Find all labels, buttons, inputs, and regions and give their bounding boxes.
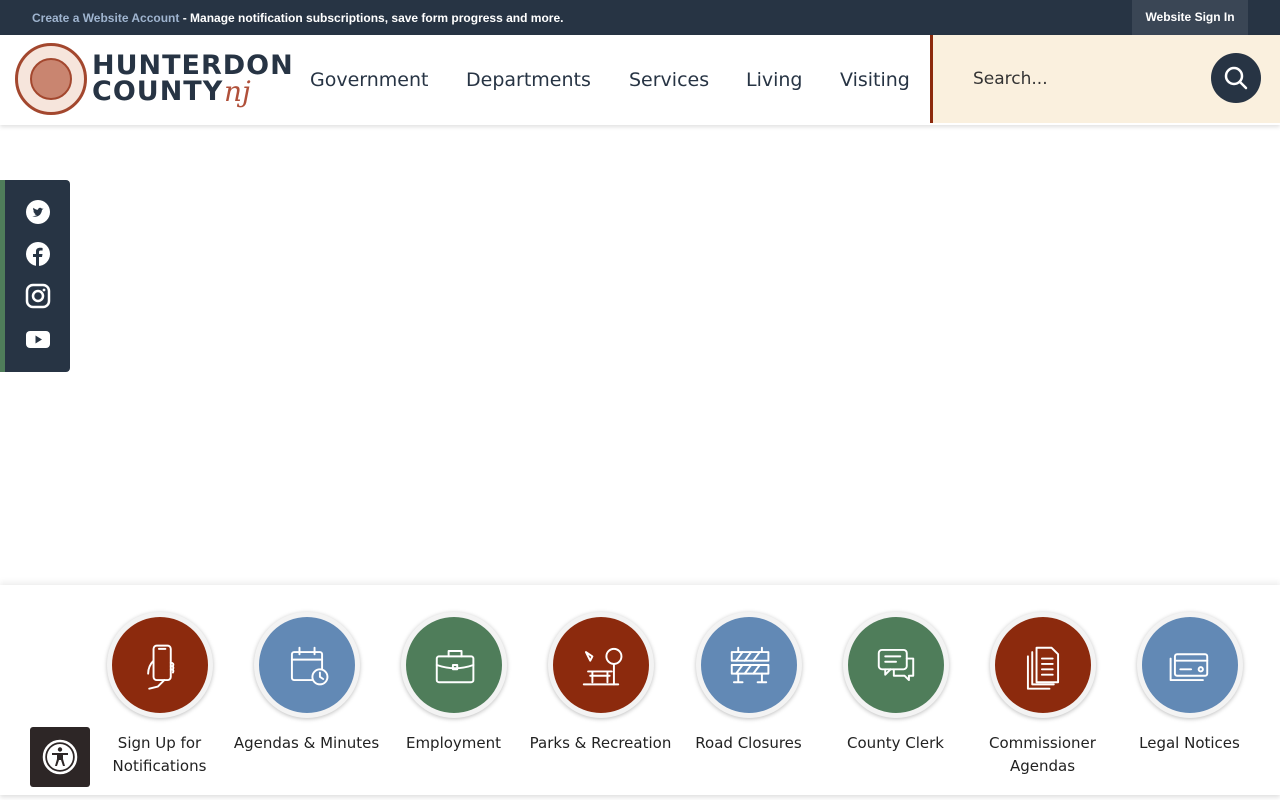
accessibility-button[interactable] bbox=[30, 727, 90, 787]
quick-link-label: Parks & Recreation bbox=[529, 734, 672, 752]
quick-link-agendas-minutes[interactable]: Agendas & Minutes bbox=[233, 612, 380, 755]
quick-link-circle[interactable] bbox=[1136, 612, 1243, 718]
search-icon bbox=[1224, 66, 1248, 90]
documents-icon bbox=[1026, 646, 1059, 690]
park-bench-icon bbox=[582, 647, 622, 686]
credit-card-icon bbox=[1169, 653, 1208, 682]
quick-link-label: Commissioner Agendas bbox=[989, 734, 1096, 775]
quick-link-circle[interactable] bbox=[695, 612, 802, 718]
quick-link-label: Agendas & Minutes bbox=[233, 734, 380, 752]
quick-link-circle[interactable] bbox=[400, 612, 507, 718]
quick-link-label: Employment bbox=[405, 734, 502, 752]
quick-link-employment[interactable]: Employment bbox=[380, 612, 527, 755]
header: HUNTERDON COUNTY nj Government Departmen… bbox=[0, 35, 1280, 125]
phone-in-hand-icon bbox=[146, 644, 174, 690]
calendar-clock-icon bbox=[290, 646, 328, 686]
social-sidebar bbox=[0, 180, 70, 372]
nav-visiting[interactable]: Visiting bbox=[840, 69, 910, 91]
quick-link-label: Legal Notices bbox=[1139, 734, 1240, 752]
briefcase-icon bbox=[435, 650, 474, 684]
quick-link-circle[interactable] bbox=[989, 612, 1096, 718]
twitter-icon[interactable] bbox=[25, 199, 51, 225]
quick-link-road-closures[interactable]: Road Closures bbox=[675, 612, 822, 755]
search-box bbox=[930, 35, 1280, 123]
chat-bubbles-icon bbox=[877, 648, 914, 682]
quick-link-label: Sign Up for Notifications bbox=[112, 734, 207, 775]
top-bar: Create a Website Account - Manage notifi… bbox=[0, 0, 1280, 35]
website-sign-in-button[interactable]: Website Sign In bbox=[1132, 0, 1248, 35]
youtube-icon[interactable] bbox=[25, 326, 51, 352]
nav-departments[interactable]: Departments bbox=[466, 69, 591, 91]
nav-services[interactable]: Services bbox=[629, 69, 709, 91]
logo-nj: nj bbox=[224, 75, 251, 108]
quick-links-section: Sign Up for Notifications Agendas & Minut… bbox=[0, 585, 1280, 795]
search-button[interactable] bbox=[1211, 53, 1261, 103]
quick-link-legal-notices[interactable]: Legal Notices bbox=[1116, 612, 1263, 755]
quick-link-circle[interactable] bbox=[547, 612, 654, 718]
county-seal-logo[interactable] bbox=[15, 43, 87, 115]
logo-text-line2[interactable]: COUNTY bbox=[92, 76, 223, 107]
create-account-link[interactable]: Create a Website Account bbox=[32, 11, 179, 25]
account-message-text: - Manage notification subscriptions, sav… bbox=[179, 11, 564, 25]
account-message: Create a Website Account - Manage notifi… bbox=[32, 11, 563, 25]
accessibility-icon bbox=[42, 739, 78, 775]
nav-government[interactable]: Government bbox=[310, 69, 429, 91]
quick-link-county-clerk[interactable]: County Clerk bbox=[822, 612, 969, 755]
search-input[interactable] bbox=[973, 65, 1193, 93]
quick-link-parks-recreation[interactable]: Parks & Recreation bbox=[527, 612, 674, 755]
quick-link-circle[interactable] bbox=[253, 612, 360, 718]
instagram-icon[interactable] bbox=[25, 283, 51, 309]
quick-link-label: Road Closures bbox=[695, 734, 802, 752]
quick-link-sign-up-for-notifications[interactable]: Sign Up for Notifications bbox=[86, 612, 233, 778]
quick-link-circle[interactable] bbox=[842, 612, 949, 718]
quick-link-circle[interactable] bbox=[106, 612, 213, 718]
road-barrier-icon bbox=[730, 646, 769, 684]
quick-link-label: County Clerk bbox=[847, 734, 944, 752]
quick-link-commissioner-agendas[interactable]: Commissioner Agendas bbox=[969, 612, 1116, 778]
nav-living[interactable]: Living bbox=[746, 69, 803, 91]
facebook-icon[interactable] bbox=[25, 241, 51, 267]
